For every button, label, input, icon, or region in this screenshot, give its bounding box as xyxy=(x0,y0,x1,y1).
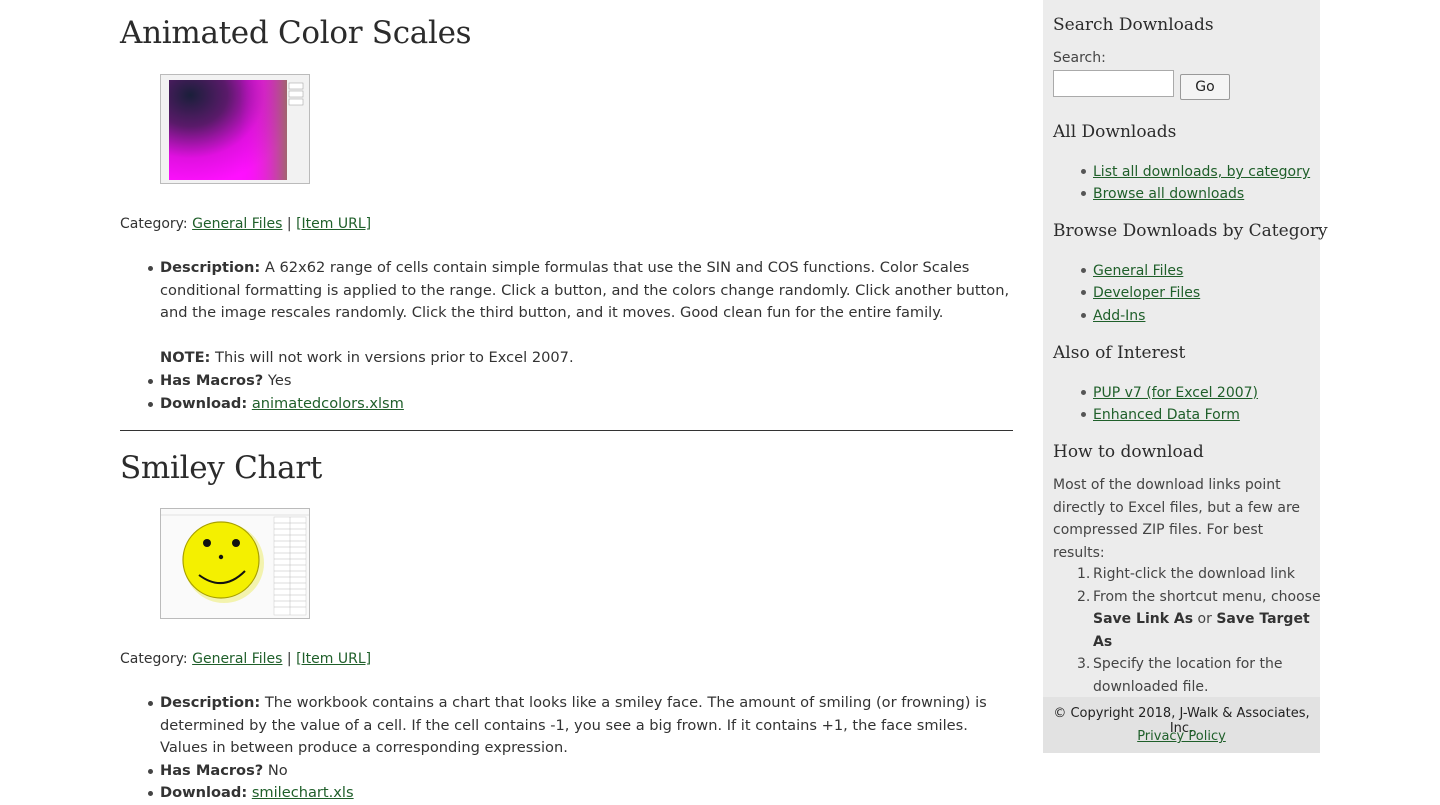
step-number: 2. xyxy=(1077,588,1091,605)
download-label: Download: xyxy=(160,784,248,802)
step-item: 1. Right-click the download link xyxy=(1077,563,1323,586)
description-text: A 62x62 range of cells contain simple fo… xyxy=(160,259,1010,322)
how-to-download-text: Most of the download links point directl… xyxy=(1053,477,1301,561)
privacy-policy-link[interactable]: Privacy Policy xyxy=(1137,729,1226,744)
step-text: Specify the location for the downloaded … xyxy=(1093,656,1283,695)
separator: | xyxy=(286,216,292,232)
developer-files-link[interactable]: Developer Files xyxy=(1093,285,1200,301)
description: Description: The workbook contains a cha… xyxy=(148,692,1020,760)
macros-label: Has Macros? xyxy=(160,371,264,389)
browse-by-category-heading: Browse Downloads by Category xyxy=(1053,221,1328,241)
item-details: Description: The workbook contains a cha… xyxy=(148,692,1020,805)
smiley-chart-thumbnail[interactable] xyxy=(160,508,310,619)
also-of-interest-list: PUP v7 (for Excel 2007) Enhanced Data Fo… xyxy=(1080,382,1258,427)
item-title: Smiley Chart xyxy=(120,450,323,486)
category-label: Category: xyxy=(120,651,188,667)
download-label: Download: xyxy=(160,394,248,412)
list-item: General Files xyxy=(1080,260,1200,282)
list-item: Browse all downloads xyxy=(1080,183,1310,205)
step-item: 3. Specify the location for the download… xyxy=(1077,653,1323,698)
enhanced-data-form-link[interactable]: Enhanced Data Form xyxy=(1093,407,1240,423)
list-all-by-category-link[interactable]: List all downloads, by category xyxy=(1093,164,1310,180)
category-label: Category: xyxy=(120,216,188,232)
step-text: Right-click the download link xyxy=(1093,566,1295,582)
how-to-download-heading: How to download xyxy=(1053,442,1204,462)
macros-label: Has Macros? xyxy=(160,761,264,779)
step-number: 3. xyxy=(1077,656,1091,672)
search-label: Search: xyxy=(1053,50,1106,66)
step-number: 1. xyxy=(1077,566,1091,582)
add-ins-link[interactable]: Add-Ins xyxy=(1093,308,1145,324)
sidebar: Search Downloads Search: Go All Download… xyxy=(1043,0,1328,753)
save-link-as-label: Save Link As xyxy=(1093,611,1194,627)
step-item: 2. From the shortcut menu, choose Save L… xyxy=(1077,586,1323,654)
category-list: General Files Developer Files Add-Ins xyxy=(1080,260,1200,327)
category-link[interactable]: General Files xyxy=(192,216,282,232)
item-url-link[interactable]: [Item URL] xyxy=(296,216,371,232)
search-input[interactable] xyxy=(1053,70,1174,97)
has-macros: Has Macros? No xyxy=(148,760,1020,783)
all-downloads-heading: All Downloads xyxy=(1053,122,1177,142)
item-title: Animated Color Scales xyxy=(120,15,472,51)
description-label: Description: xyxy=(160,694,261,711)
list-item: List all downloads, by category xyxy=(1080,161,1310,183)
list-item: Add-Ins xyxy=(1080,305,1200,327)
animated-color-scales-thumbnail[interactable] xyxy=(160,74,310,184)
list-item: Enhanced Data Form xyxy=(1080,404,1258,426)
note-text: This will not work in versions prior to … xyxy=(215,349,574,367)
smiley-face-image xyxy=(161,509,309,618)
item-category: Category: General Files | [Item URL] xyxy=(120,651,371,667)
macros-value: Yes xyxy=(267,371,292,389)
note-label: NOTE: xyxy=(160,349,211,367)
go-button[interactable]: Go xyxy=(1180,74,1230,100)
list-item: Developer Files xyxy=(1080,282,1200,304)
search-heading: Search Downloads xyxy=(1053,15,1214,35)
download-steps: 1. Right-click the download link 2. From… xyxy=(1077,563,1323,698)
step-text: or xyxy=(1197,611,1212,627)
item-details: Description: A 62x62 range of cells cont… xyxy=(148,257,1020,416)
general-files-link[interactable]: General Files xyxy=(1093,263,1183,279)
browse-all-downloads-link[interactable]: Browse all downloads xyxy=(1093,186,1244,202)
item-url-link[interactable]: [Item URL] xyxy=(296,651,371,667)
category-link[interactable]: General Files xyxy=(192,651,282,667)
item-category: Category: General Files | [Item URL] xyxy=(120,216,371,232)
download: Download: animatedcolors.xlsm xyxy=(148,393,1020,416)
download-link[interactable]: smilechart.xls xyxy=(252,784,354,801)
download: Download: smilechart.xls xyxy=(148,782,1020,805)
color-grid-image xyxy=(161,75,309,183)
item-divider xyxy=(120,430,1013,431)
has-macros: Has Macros? Yes xyxy=(148,370,1020,393)
also-of-interest-heading: Also of Interest xyxy=(1053,343,1186,363)
list-item: PUP v7 (for Excel 2007) xyxy=(1080,382,1258,404)
separator: | xyxy=(286,651,292,667)
download-link[interactable]: animatedcolors.xlsm xyxy=(252,395,404,412)
pup-v7-link[interactable]: PUP v7 (for Excel 2007) xyxy=(1093,385,1258,401)
description: Description: A 62x62 range of cells cont… xyxy=(148,257,1020,370)
description-text: The workbook contains a chart that looks… xyxy=(160,694,987,757)
macros-value: No xyxy=(267,761,288,779)
description-label: Description: xyxy=(160,259,261,276)
sidebar-footer: © Copyright 2018, J-Walk & Associates, I… xyxy=(1043,697,1320,753)
step-text: From the shortcut menu, choose xyxy=(1093,588,1321,605)
all-downloads-list: List all downloads, by category Browse a… xyxy=(1080,161,1310,206)
